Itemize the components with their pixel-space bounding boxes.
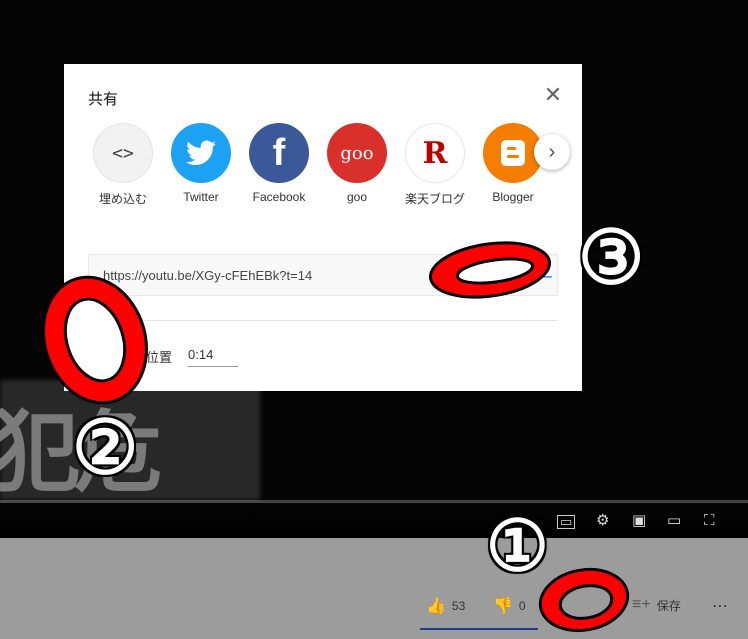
subtitles-icon[interactable]: ▭ [557,515,576,529]
share-rakuten[interactable]: R 楽天ブログ [397,123,473,207]
share-twitter[interactable]: Twitter [163,123,239,204]
share-url[interactable]: https://youtu.be/XGy-cFEhEBk?t=14 [103,268,312,283]
settings-icon[interactable]: ⚙ [596,512,609,530]
like-button[interactable]: 👍 53 [426,596,465,616]
annotation-number-2: ② [72,405,139,491]
facebook-icon: f [249,123,309,183]
video-actions-area [0,538,748,639]
progress-bar[interactable] [0,500,748,503]
share-icon: ➦ [556,598,570,615]
share-facebook[interactable]: f Facebook [241,123,317,204]
copy-button[interactable]: コピー [514,267,553,286]
thumbs-up-icon: 👍 [426,598,446,615]
dislike-count: 0 [518,599,526,613]
like-ratio-bar [420,628,538,630]
share-label: goo [346,190,368,204]
embed-icon: <> [93,123,153,183]
twitter-icon [171,123,231,183]
close-icon[interactable]: ✕ [542,84,564,106]
save-label: 保存 [656,598,681,613]
fullscreen-icon[interactable]: ⛶ [704,512,715,530]
share-url-box: https://youtu.be/XGy-cFEhEBk?t=14 コピー [88,254,558,296]
chevron-right-icon[interactable]: › [534,134,570,170]
share-goo[interactable]: goo goo [319,123,395,204]
share-label: 埋め込む [98,192,147,206]
share-label: 共有 [575,599,600,614]
start-at-label: 開始位置 [120,350,173,365]
rakuten-icon: R [405,123,465,183]
divider [88,320,558,321]
share-label: Facebook [252,190,306,204]
share-label: Blogger [492,190,534,204]
dialog-title: 共有 [88,91,119,108]
dislike-button[interactable]: 👎 0 [493,596,526,616]
start-at-checkbox[interactable]: ✓ [88,345,108,365]
goo-icon: goo [327,123,387,183]
save-button[interactable]: ≡+ 保存 [632,596,681,614]
playlist-add-icon: ≡+ [632,596,651,613]
more-actions-icon[interactable]: ⋯ [712,596,728,616]
miniplayer-icon[interactable]: ▣ [632,512,646,530]
share-button[interactable]: ➦ 共有 [556,596,599,616]
annotation-number-3: ③ [578,215,645,301]
share-embed[interactable]: <> 埋め込む [85,123,161,207]
thumbs-down-icon: 👎 [493,598,513,615]
start-time-input[interactable]: 0:14 [188,346,238,367]
share-label: 楽天ブログ [404,192,465,206]
annotation-number-1: ① [486,504,549,587]
theater-icon[interactable]: ▭ [667,512,681,530]
share-dialog: 共有 ✕ <> 埋め込む Twitter f Facebook goo goo … [64,64,582,391]
like-count: 53 [451,599,466,613]
share-label: Twitter [183,190,219,204]
